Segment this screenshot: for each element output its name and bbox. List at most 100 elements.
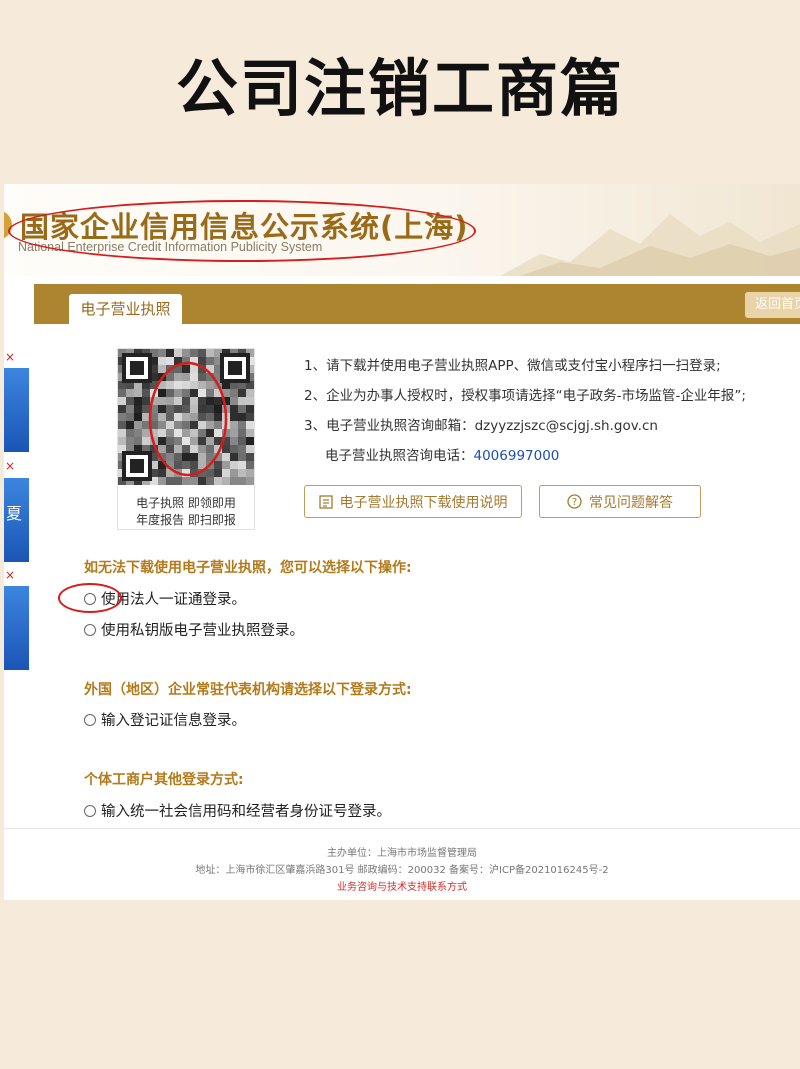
option-credit-code-id[interactable]: 输入统一社会信用码和经营者身份证号登录。 [84, 800, 391, 821]
qr-cell [246, 413, 254, 421]
qr-cell [118, 421, 126, 429]
qr-cell [126, 437, 134, 445]
qr-cell [246, 445, 254, 453]
login-card: 电子营业执照 返回首页 [34, 284, 800, 900]
qr-cell [198, 429, 206, 437]
qr-cell [222, 477, 230, 485]
qr-cell [214, 477, 222, 485]
qr-cell [174, 437, 182, 445]
qr-cell [118, 389, 126, 397]
instruction-2: 2、企业为办事人授权时，授权事项请选择“电子政务-市场监管-企业年报”; [304, 388, 746, 404]
qr-cell [118, 413, 126, 421]
qr-cell [182, 397, 190, 405]
qr-cell [134, 413, 142, 421]
qr-cell [174, 453, 182, 461]
qr-cell [166, 389, 174, 397]
qr-cell [142, 429, 150, 437]
instruction-1: 1、请下载并使用电子营业执照APP、微信或支付宝小程序扫一扫登录; [304, 358, 721, 374]
instruction-3: 3、电子营业执照咨询邮箱：dzyyzzjszc@scjgj.sh.gov.cn [304, 418, 658, 434]
ad-close-icon[interactable]: × [5, 568, 15, 582]
faq-button[interactable]: ? 常见问题解答 [539, 485, 701, 518]
qr-cell [166, 421, 174, 429]
qr-cell [246, 461, 254, 469]
qr-cell [190, 445, 198, 453]
qr-cell [118, 437, 126, 445]
tab-electronic-license[interactable]: 电子营业执照 [69, 294, 182, 325]
qr-cell [190, 349, 198, 357]
ad-close-icon[interactable]: × [5, 350, 15, 364]
qr-cell [238, 445, 246, 453]
qr-cell [190, 373, 198, 381]
side-ad[interactable] [4, 368, 29, 452]
qr-cell [158, 469, 166, 477]
side-ad[interactable] [4, 586, 29, 670]
qr-cell [182, 405, 190, 413]
option-registration-cert[interactable]: 输入登记证信息登录。 [84, 709, 246, 730]
qr-cell [174, 397, 182, 405]
qr-cell [158, 405, 166, 413]
download-guide-button[interactable]: 电子营业执照下载使用说明 [304, 485, 522, 518]
qr-cell [214, 413, 222, 421]
qr-cell [222, 469, 230, 477]
qr-cell [230, 461, 238, 469]
qr-cell [238, 437, 246, 445]
annotation-ellipse [8, 200, 476, 262]
qr-cell [206, 405, 214, 413]
qr-cell [206, 429, 214, 437]
ad-close-icon[interactable]: × [5, 459, 15, 473]
card-header: 电子营业执照 返回首页 [34, 284, 800, 325]
qr-cell [230, 413, 238, 421]
document-icon [318, 494, 333, 509]
qr-cell [166, 445, 174, 453]
qr-cell [214, 461, 222, 469]
qr-cell [238, 413, 246, 421]
qr-cell [230, 453, 238, 461]
qr-cell [182, 437, 190, 445]
qr-cell [182, 373, 190, 381]
section-title-foreign: 外国（地区）企业常驻代表机构请选择以下登录方式: [84, 682, 412, 698]
qr-cell [158, 389, 166, 397]
qr-cell [166, 429, 174, 437]
qr-cell [198, 477, 206, 485]
qr-cell [174, 405, 182, 413]
qr-cell [182, 349, 190, 357]
qr-cell [158, 357, 166, 365]
qr-caption-line: 电子执照 即领即用 [136, 496, 236, 510]
qr-cell [158, 421, 166, 429]
option-private-key-license[interactable]: 使用私钥版电子营业执照登录。 [84, 619, 304, 640]
radio-button[interactable] [84, 623, 96, 636]
qr-cell [238, 453, 246, 461]
qr-cell [134, 421, 142, 429]
qr-cell [230, 445, 238, 453]
qr-cell [174, 389, 182, 397]
qr-cell [182, 389, 190, 397]
qr-cell [206, 437, 214, 445]
qr-cell [230, 389, 238, 397]
qr-cell [214, 397, 222, 405]
qr-caption-line: 年度报告 即扫即报 [136, 513, 236, 527]
qr-cell [214, 405, 222, 413]
back-home-button[interactable]: 返回首页 [745, 292, 800, 318]
qr-cell [166, 477, 174, 485]
qr-cell [190, 429, 198, 437]
qr-caption: 电子执照 即领即用 年度报告 即扫即报 [118, 495, 254, 529]
side-ad[interactable]: 夏 [4, 478, 29, 562]
qr-cell [222, 461, 230, 469]
radio-button[interactable] [84, 713, 96, 726]
qr-cell [182, 429, 190, 437]
footer-contact-link[interactable]: 业务咨询与技术支持联系方式 [4, 878, 800, 893]
qr-cell [174, 429, 182, 437]
hotline: 电子营业执照咨询电话：4006997000 [325, 444, 559, 464]
hotline-number[interactable]: 4006997000 [474, 448, 560, 464]
qr-cell [190, 381, 198, 389]
qr-cell [118, 405, 126, 413]
qr-cell [206, 381, 214, 389]
qr-cell [174, 445, 182, 453]
browser-screenshot: 国家企业信用信息公示系统(上海) National Enterprise Cre… [4, 184, 800, 900]
qr-cell [158, 445, 166, 453]
site-banner: 国家企业信用信息公示系统(上海) National Enterprise Cre… [4, 184, 800, 276]
qr-cell [246, 397, 254, 405]
radio-button[interactable] [84, 804, 96, 817]
qr-cell [166, 349, 174, 357]
qr-cell [174, 349, 182, 357]
